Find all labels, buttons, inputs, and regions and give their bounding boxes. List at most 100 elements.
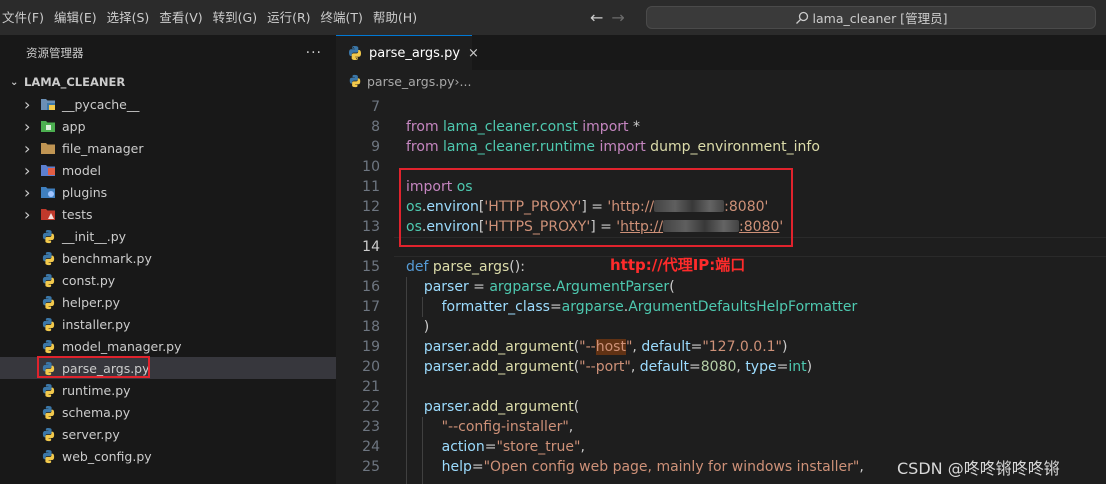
- code-token: =: [484, 439, 497, 455]
- tree-folder[interactable]: › plugins: [0, 181, 336, 203]
- breadcrumb-symbols[interactable]: ...: [460, 74, 472, 89]
- chevron-down-icon: ⌄: [10, 76, 19, 88]
- code-line: 7: [336, 97, 1106, 117]
- code-token: =: [776, 359, 789, 375]
- code-token: "--port": [579, 359, 631, 375]
- tree-file[interactable]: runtime.py: [0, 379, 336, 401]
- close-icon[interactable]: ×: [468, 46, 479, 61]
- menu-item[interactable]: 运行(R): [265, 0, 318, 35]
- tree-file[interactable]: const.py: [0, 269, 336, 291]
- workspace-root[interactable]: ⌄ LAMA_CLEANER: [0, 71, 336, 93]
- breadcrumb-file[interactable]: parse_args.py: [367, 74, 455, 89]
- menu-bar: 文件(F) 编辑(E) 选择(S) 查看(V) 转到(G) 运行(R) 终端(T) 帮助(H): [0, 0, 425, 35]
- python-icon: [40, 448, 56, 464]
- tree-file[interactable]: server.py: [0, 423, 336, 445]
- tree-file[interactable]: __init__.py: [0, 225, 336, 247]
- line-number: 8: [371, 119, 380, 135]
- menu-item[interactable]: 查看(V): [157, 0, 210, 35]
- more-actions-icon[interactable]: ···: [306, 45, 322, 61]
- code-editor[interactable]: 7 8 from lama_cleaner.const import * 9 from …: [336, 92, 1106, 484]
- code-token: int: [788, 359, 807, 375]
- code-token: ArgumentParser: [555, 279, 670, 295]
- code-text: from lama_cleaner.runtime import dump_en…: [406, 137, 820, 157]
- code-line: 18 ): [336, 317, 1106, 337]
- code-text: parser = argparse.ArgumentParser(: [406, 277, 675, 297]
- code-line: 22 parser.add_argument(: [336, 397, 1106, 417]
- code-token: type: [745, 359, 777, 375]
- line-number: 25: [362, 459, 380, 475]
- selected-file-highlight-box: [37, 356, 150, 378]
- code-token: lama_cleaner: [443, 139, 536, 155]
- code-text: def parse_args():: [406, 257, 525, 277]
- model-folder-icon: [40, 162, 56, 178]
- line-number: 10: [362, 159, 380, 175]
- line-number: 18: [362, 319, 380, 335]
- code-token: runtime: [539, 139, 596, 155]
- tree-folder[interactable]: › file_manager: [0, 137, 336, 159]
- python-icon: [348, 74, 362, 88]
- code-token: "Open config web page, mainly for window…: [483, 459, 860, 475]
- tree-folder[interactable]: › model: [0, 159, 336, 181]
- chevron-right-icon: ›: [24, 94, 31, 114]
- menu-item[interactable]: 选择(S): [105, 0, 158, 35]
- tree-item-label: __pycache__: [62, 96, 140, 112]
- tab-parse-args[interactable]: parse_args.py ×: [336, 35, 479, 70]
- tree-file[interactable]: benchmark.py: [0, 247, 336, 269]
- code-token: ,: [859, 459, 864, 475]
- file-tree: › __pycache__ › app › file_manager › model › plug…: [0, 93, 336, 467]
- csdn-watermark: CSDN @咚咚锵咚咚锵: [897, 459, 1060, 478]
- menu-item[interactable]: 终端(T): [319, 0, 371, 35]
- code-line: 9 from lama_cleaner.runtime import dump_e…: [336, 137, 1106, 157]
- code-text: parser.add_argument("--port", default=80…: [406, 357, 812, 377]
- tree-item-label: plugins: [62, 184, 108, 200]
- line-number: 14: [362, 239, 380, 255]
- tab-label: parse_args.py: [369, 45, 461, 61]
- code-token: import: [577, 119, 629, 135]
- code-token: ArgumentDefaultsHelpFormatter: [628, 299, 858, 315]
- tree-file[interactable]: model_manager.py: [0, 335, 336, 357]
- code-token: "--: [579, 339, 596, 355]
- tree-folder[interactable]: › app: [0, 115, 336, 137]
- code-token: ():: [509, 259, 525, 275]
- code-line: 19 parser.add_argument("--host", default…: [336, 337, 1106, 357]
- line-number: 9: [371, 139, 380, 155]
- tree-file[interactable]: installer.py: [0, 313, 336, 335]
- breadcrumb: parse_args.py › ...: [336, 70, 1106, 92]
- code-token: argparse: [561, 299, 624, 315]
- python-icon: [40, 294, 56, 310]
- back-arrow-icon[interactable]: ←: [590, 8, 603, 27]
- tree-file[interactable]: web_config.py: [0, 445, 336, 467]
- menu-item[interactable]: 转到(G): [211, 0, 265, 35]
- code-line: 24 action="store_true",: [336, 437, 1106, 457]
- tree-file[interactable]: schema.py: [0, 401, 336, 423]
- code-token: parser: [423, 339, 468, 355]
- code-token: from: [406, 139, 444, 155]
- tree-item-label: __init__.py: [62, 228, 127, 244]
- tree-folder[interactable]: › __pycache__: [0, 93, 336, 115]
- code-line: 17 formatter_class=argparse.ArgumentDefa…: [336, 297, 1106, 317]
- proxy-annotation: http://代理IP:端口: [610, 256, 746, 274]
- python-icon: [40, 338, 56, 354]
- code-text: action="store_true",: [406, 437, 585, 457]
- explorer-header: 资源管理器 ···: [0, 35, 336, 71]
- python-icon: [40, 426, 56, 442]
- tree-folder[interactable]: › tests: [0, 203, 336, 225]
- tests-folder-icon: [40, 206, 56, 222]
- forward-arrow-icon[interactable]: →: [611, 8, 624, 27]
- code-token: 8080: [700, 359, 737, 375]
- code-token: host: [595, 339, 626, 355]
- code-line: 8 from lama_cleaner.const import *: [336, 117, 1106, 137]
- search-text: lama_cleaner [管理员]: [812, 11, 948, 26]
- command-center-search[interactable]: lama_cleaner [管理员]: [646, 6, 1096, 29]
- menu-item[interactable]: 文件(F): [0, 0, 52, 35]
- chevron-right-icon: ›: [24, 138, 31, 158]
- menu-item[interactable]: 帮助(H): [371, 0, 425, 35]
- tree-file[interactable]: helper.py: [0, 291, 336, 313]
- code-token: (: [573, 399, 580, 415]
- menu-item[interactable]: 编辑(E): [52, 0, 105, 35]
- code-token: dump_environment_info: [645, 139, 820, 155]
- line-number: 19: [362, 339, 380, 355]
- code-text: ): [406, 317, 429, 337]
